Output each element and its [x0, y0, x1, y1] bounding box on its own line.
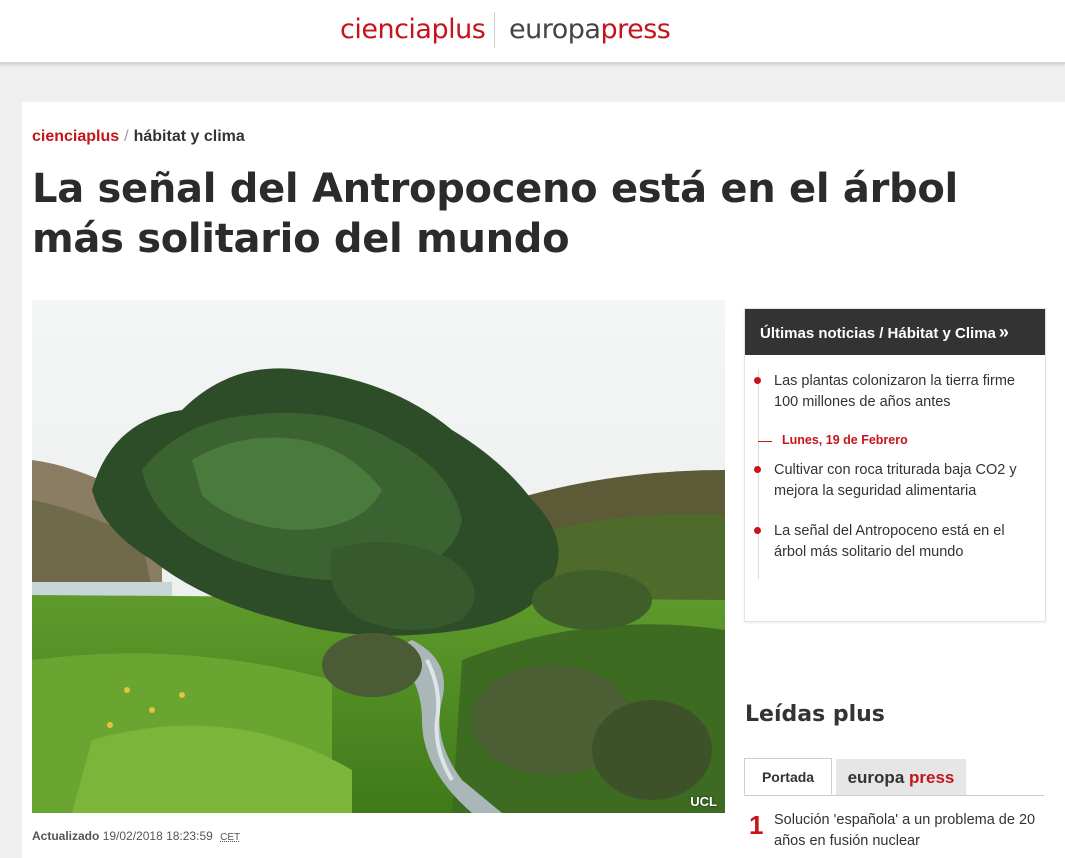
news-item-title: Cultivar con roca triturada baja CO2 y m… — [774, 462, 1017, 499]
bullet-dot-icon — [754, 527, 761, 534]
news-item-title: Las plantas colonizaron la tierra firme … — [774, 373, 1015, 410]
cienciaplus-logo[interactable]: cienciaplus — [340, 14, 486, 45]
site-header: cienciaplus europapress — [0, 0, 1065, 64]
breadcrumb-separator: / — [124, 128, 129, 145]
double-chevron-right-icon: » — [998, 322, 1009, 342]
news-item-title: La señal del Antropoceno está en el árbo… — [774, 523, 1005, 560]
tab-ep-europa: europa — [847, 768, 905, 787]
logo-europa-text: europa — [509, 14, 601, 45]
article-headline: La señal del Antropoceno está en el árbo… — [32, 166, 958, 262]
date-separator: Lunes, 19 de Febrero — [782, 433, 908, 447]
tab-ep-press: press — [909, 768, 955, 787]
timeline-line — [758, 369, 759, 579]
updated-timestamp: 19/02/2018 18:23:59 — [102, 829, 213, 843]
photo-credit: UCL — [690, 794, 717, 809]
breadcrumb-home-link[interactable]: cienciaplus — [32, 128, 119, 145]
news-item[interactable]: La señal del Antropoceno está en el árbo… — [754, 521, 1038, 563]
bullet-dot-icon — [754, 377, 761, 384]
bullet-dot-icon — [754, 466, 761, 473]
tab-europapress[interactable]: europa press — [836, 759, 966, 795]
breadcrumb-section-link[interactable]: hábitat y clima — [134, 128, 245, 145]
updated-label: Actualizado — [32, 829, 100, 843]
article-dateline: Actualizado 19/02/2018 18:23:59 CET — [32, 829, 240, 843]
article-photo: UCL — [32, 300, 725, 813]
news-item[interactable]: Las plantas colonizaron la tierra firme … — [754, 371, 1038, 413]
most-read-item-link[interactable]: Solución 'española' a un problema de 20 … — [774, 810, 1044, 852]
logo-divider — [494, 12, 495, 48]
most-read-rank: 1 — [749, 810, 764, 840]
europapress-logo[interactable]: europapress — [509, 14, 671, 45]
logo-press-text: press — [600, 14, 671, 45]
date-tick — [758, 441, 772, 442]
most-read-title: Leídas plus — [745, 702, 885, 727]
latest-news-title: Últimas noticias / Hábitat y Clima — [760, 325, 996, 342]
timezone-abbr: CET — [220, 832, 241, 843]
breadcrumb: cienciaplus / hábitat y clima — [32, 128, 245, 146]
latest-news-header-link[interactable]: Últimas noticias / Hábitat y Clima» — [745, 309, 1045, 355]
news-item[interactable]: Cultivar con roca triturada baja CO2 y m… — [754, 460, 1038, 502]
tab-portada[interactable]: Portada — [744, 758, 832, 795]
latest-news-box: Últimas noticias / Hábitat y Clima» Las … — [744, 308, 1046, 622]
tree-landscape-image — [32, 300, 725, 813]
most-read-tabs: Portada europa press — [744, 758, 1044, 796]
